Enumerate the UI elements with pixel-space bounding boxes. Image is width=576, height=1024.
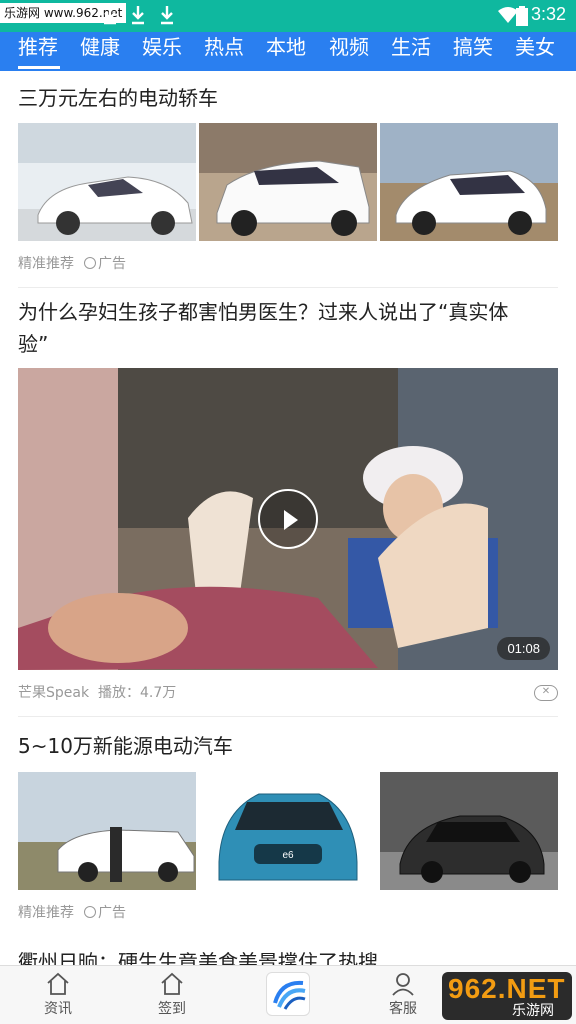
- status-bar: 乐游网 www.962.net 3:32: [0, 0, 576, 32]
- title-line: 为什么孕妇生孩子都害怕男医生？过来人说出了“真实体: [18, 300, 509, 324]
- source-label: 精准推荐: [18, 256, 74, 272]
- home-icon: [47, 972, 69, 995]
- active-tab-indicator: [18, 66, 60, 69]
- title-line: 验”: [18, 332, 49, 356]
- dismiss-close-icon[interactable]: ✕: [534, 685, 558, 701]
- source-label: 精准推荐: [18, 905, 74, 921]
- home-icon: [161, 972, 183, 995]
- source-label: 芒果Speak: [18, 685, 90, 701]
- feed-image-cars-row[interactable]: [18, 772, 196, 890]
- app-logo-icon[interactable]: [266, 972, 310, 1016]
- clock: 3:32: [531, 4, 567, 24]
- tab-beauty[interactable]: 美女: [515, 32, 555, 71]
- person-icon: [392, 973, 414, 996]
- nav-label: 客服: [389, 1001, 417, 1017]
- play-button[interactable]: [258, 489, 318, 549]
- ad-icon: [84, 906, 96, 918]
- feed-item-meta: 精准推荐 广告: [18, 253, 126, 273]
- download-icon: [104, 6, 116, 25]
- nav-customer-service[interactable]: 客服: [373, 972, 433, 1018]
- play-count: 播放：4.7万: [97, 685, 177, 701]
- divider: [18, 287, 558, 288]
- feed-image-concept-car[interactable]: [380, 772, 558, 890]
- tab-video[interactable]: 视频: [329, 32, 369, 71]
- feed-image-suv[interactable]: [199, 123, 377, 241]
- feed-item-meta: 精准推荐 广告: [18, 902, 126, 922]
- video-duration: 01:08: [497, 637, 550, 660]
- feed-image-hatchback[interactable]: [380, 123, 558, 241]
- tab-entertainment[interactable]: 娱乐: [142, 32, 182, 71]
- nav-news[interactable]: 资讯: [28, 972, 88, 1018]
- feed-item-title[interactable]: 为什么孕妇生孩子都害怕男医生？过来人说出了“真实体 验”: [18, 296, 508, 360]
- tab-local[interactable]: 本地: [266, 32, 306, 71]
- car-badge-text: e6: [282, 850, 294, 861]
- tab-funny[interactable]: 搞笑: [453, 32, 493, 71]
- feed-item-meta: 芒果Speak 播放：4.7万: [18, 682, 176, 702]
- tab-health[interactable]: 健康: [80, 32, 120, 71]
- tab-hot[interactable]: 热点: [204, 32, 244, 71]
- nav-checkin[interactable]: 签到: [142, 972, 202, 1018]
- tab-life[interactable]: 生活: [391, 32, 431, 71]
- feed-item-title[interactable]: 5~10万新能源电动汽车: [18, 730, 233, 762]
- site-watermark: 962.NET 乐游网: [442, 972, 572, 1020]
- ad-icon: [84, 257, 96, 269]
- divider: [18, 716, 558, 717]
- nav-label: 签到: [158, 1001, 186, 1017]
- nav-label: 资讯: [44, 1001, 72, 1017]
- video-player[interactable]: 01:08: [18, 368, 558, 670]
- ad-label: 广告: [98, 256, 126, 272]
- feed-image-blue-car[interactable]: e6: [199, 772, 377, 890]
- battery-icon: [516, 6, 528, 26]
- download-icon: [132, 6, 144, 25]
- feed-image-sedan[interactable]: [18, 123, 196, 241]
- ad-label: 广告: [98, 905, 126, 921]
- watermark-site-name: 乐游网: [512, 1003, 554, 1019]
- download-icon: [161, 6, 173, 25]
- feed-item-title[interactable]: 三万元左右的电动轿车: [18, 82, 218, 114]
- category-tab-bar: 推荐 健康 娱乐 热点 本地 视频 生活 搞笑 美女: [0, 32, 576, 71]
